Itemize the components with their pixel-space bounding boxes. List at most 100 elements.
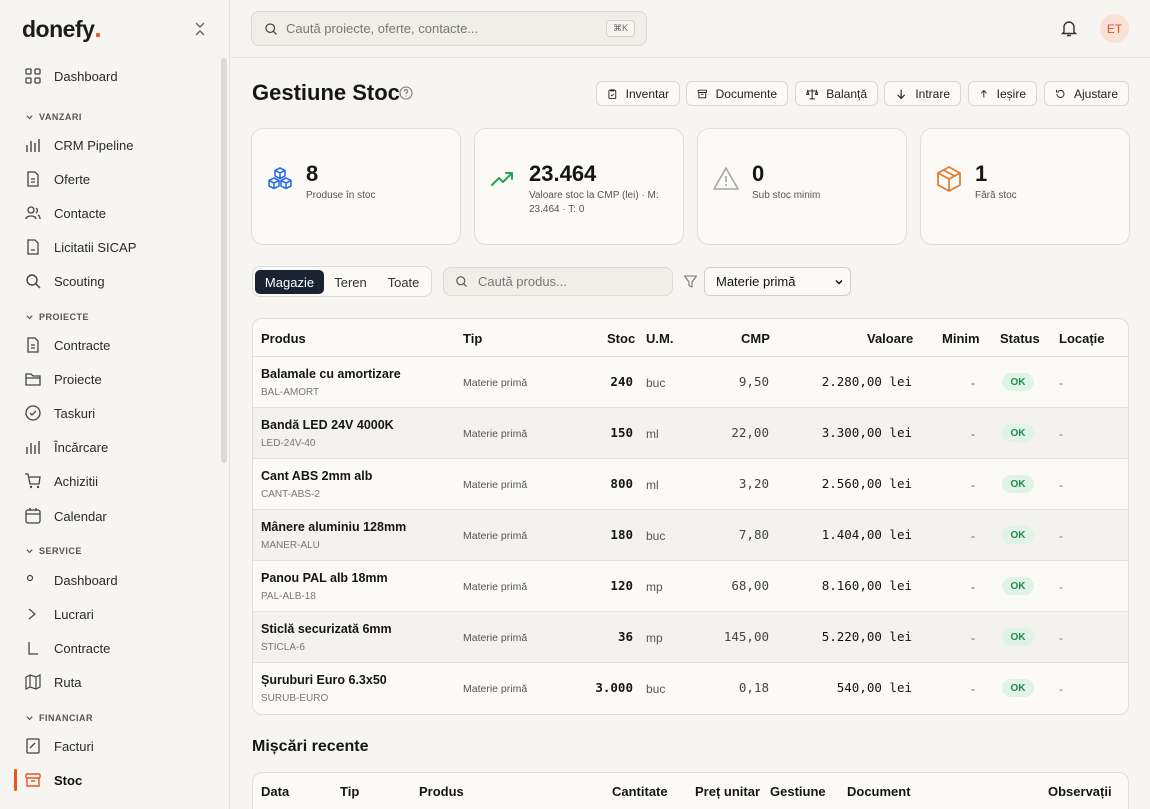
stat-value: 0	[752, 161, 765, 186]
ajustare-button[interactable]: Ajustare	[1044, 81, 1129, 106]
sidebar-item-achizitii[interactable]: Achizitii	[24, 469, 98, 493]
header-locatie[interactable]: Locație	[1059, 331, 1105, 346]
minimum-stock: -	[971, 376, 975, 390]
sidebar-item-service-dashboard[interactable]: Dashboard	[24, 568, 118, 592]
table-row[interactable]: Bandă LED 24V 4000K LED-24V-40 Materie pri…	[253, 407, 1128, 458]
header-status[interactable]: Status	[1000, 331, 1040, 346]
tab-magazie[interactable]: Magazie	[255, 270, 324, 294]
search-icon	[26, 274, 41, 289]
sidebar-item-facturi[interactable]: Facturi	[24, 734, 94, 758]
sidebar-item-stoc[interactable]: Stoc	[24, 768, 82, 792]
bell-icon[interactable]	[1059, 18, 1079, 38]
tab-teren[interactable]: Teren	[328, 270, 373, 294]
users-icon	[25, 206, 41, 220]
sidebar-item-proiecte[interactable]: Proiecte	[24, 367, 102, 391]
clipboard-check-icon	[608, 88, 617, 99]
page-title: Gestiune Stoc	[252, 80, 400, 105]
chevron-down-icon	[26, 314, 33, 319]
sidebar-item-oferte[interactable]: Oferte	[24, 167, 90, 191]
top-bar: ⌘K ET	[231, 0, 1150, 58]
header-minim[interactable]: Minim	[942, 331, 980, 346]
sidebar-item-ruta[interactable]: Ruta	[24, 670, 81, 694]
stat-value: 8	[306, 161, 319, 186]
table-row[interactable]: Sticlă securizată 6mm STICLA-6 Materie pri…	[253, 611, 1128, 662]
unit-of-measure: ml	[646, 427, 659, 441]
sidebar-item-licitatii-sicap[interactable]: Licitatii SICAP	[24, 235, 136, 259]
sidebar-item-dashboard[interactable]: Dashboard	[24, 64, 118, 88]
sidebar-item-service-contracte[interactable]: Contracte	[24, 636, 110, 660]
iesire-button[interactable]: Ieșire	[968, 81, 1037, 106]
product-search-input[interactable]	[478, 274, 658, 289]
stock-quantity: 180	[610, 527, 633, 542]
collapse-sidebar-icon[interactable]	[192, 20, 208, 38]
global-search[interactable]: ⌘K	[251, 11, 647, 46]
header-gestiune[interactable]: Gestiune	[770, 784, 826, 799]
header-pret-unitar[interactable]: Preț unitar	[695, 784, 760, 799]
unit-of-measure: mp	[646, 580, 663, 594]
sidebar-item-contracte[interactable]: Contracte	[24, 333, 110, 357]
chevron-down-icon	[26, 548, 33, 553]
play-icon	[28, 608, 36, 620]
active-indicator	[14, 769, 17, 791]
product-code: SURUB-EURO	[261, 693, 329, 704]
documente-button[interactable]: Documente	[686, 81, 788, 106]
header-produs[interactable]: Produs	[261, 331, 306, 346]
stock-quantity: 150	[610, 425, 633, 440]
tab-toate[interactable]: Toate	[380, 270, 427, 294]
stat-label: Fără stoc	[975, 190, 1017, 201]
inventar-button[interactable]: Inventar	[596, 81, 680, 106]
table-row[interactable]: Șuruburi Euro 6.3x50 SURUB-EURO Materie pr…	[253, 662, 1128, 713]
header-data[interactable]: Data	[261, 784, 289, 799]
intrare-button[interactable]: Intrare	[884, 81, 961, 106]
header-produs[interactable]: Produs	[419, 784, 464, 799]
header-document[interactable]: Document	[847, 784, 911, 799]
header-cantitate[interactable]: Cantitate	[612, 784, 668, 799]
balanta-button[interactable]: Balanță	[795, 81, 878, 106]
status-badge: OK	[1002, 526, 1034, 544]
warning-icon	[713, 167, 739, 190]
filter-icon[interactable]	[683, 274, 698, 289]
header-tip[interactable]: Tip	[463, 331, 482, 346]
type-select[interactable]: Materie primă	[704, 267, 851, 296]
table-row[interactable]: Panou PAL alb 18mm PAL-ALB-18 Materie prim…	[253, 560, 1128, 611]
sidebar-item-scouting[interactable]: Scouting	[24, 269, 105, 293]
location: -	[1059, 529, 1063, 543]
help-icon[interactable]	[399, 86, 413, 100]
location: -	[1059, 682, 1063, 696]
header-tip[interactable]: Tip	[340, 784, 359, 799]
section-service[interactable]: SERVICE	[25, 546, 82, 556]
section-vanzari[interactable]: VANZARI	[25, 112, 82, 122]
stock-value: 2.560,00 lei	[821, 476, 912, 491]
section-financiar[interactable]: FINANCIAR	[25, 713, 93, 723]
table-row[interactable]: Mânere aluminiu 128mm MANER-ALU Materie pr…	[253, 509, 1128, 560]
product-name: Cant ABS 2mm alb	[261, 469, 373, 483]
location: -	[1059, 631, 1063, 645]
sidebar-scrollbar[interactable]	[221, 58, 227, 463]
arrow-up-icon	[980, 89, 987, 97]
header-observatii[interactable]: Observații	[1048, 784, 1112, 799]
chevron-down-icon	[26, 715, 33, 720]
header-cmp[interactable]: CMP	[741, 331, 770, 346]
global-search-input[interactable]	[286, 21, 586, 36]
sidebar-item-lucrari[interactable]: Lucrari	[24, 602, 94, 626]
header-valoare[interactable]: Valoare	[867, 331, 913, 346]
header-stoc[interactable]: Stoc	[607, 331, 635, 346]
sidebar-item-taskuri[interactable]: Taskuri	[24, 401, 95, 425]
product-search[interactable]	[443, 267, 673, 296]
file-icon	[27, 239, 39, 255]
product-name: Balamale cu amortizare	[261, 367, 401, 381]
table-row[interactable]: Cant ABS 2mm alb CANT-ABS-2 Materie primă 8…	[253, 458, 1128, 509]
status-badge: OK	[1002, 475, 1034, 493]
sidebar-item-crm-pipeline[interactable]: CRM Pipeline	[24, 133, 133, 157]
sidebar-item-incarcare[interactable]: Încărcare	[24, 435, 108, 459]
cmp-value: 22,00	[731, 425, 769, 440]
section-proiecte[interactable]: PROIECTE	[25, 312, 89, 322]
header-um[interactable]: U.M.	[646, 331, 673, 346]
stock-quantity: 36	[617, 629, 633, 644]
user-avatar[interactable]: ET	[1100, 14, 1129, 43]
table-row[interactable]: Balamale cu amortizare BAL-AMORT Materie p…	[253, 356, 1128, 407]
product-code: BAL-AMORT	[261, 387, 320, 398]
sidebar-item-contacte[interactable]: Contacte	[24, 201, 106, 225]
app-logo[interactable]: donefy.	[22, 15, 102, 43]
sidebar-item-calendar[interactable]: Calendar	[24, 504, 107, 528]
